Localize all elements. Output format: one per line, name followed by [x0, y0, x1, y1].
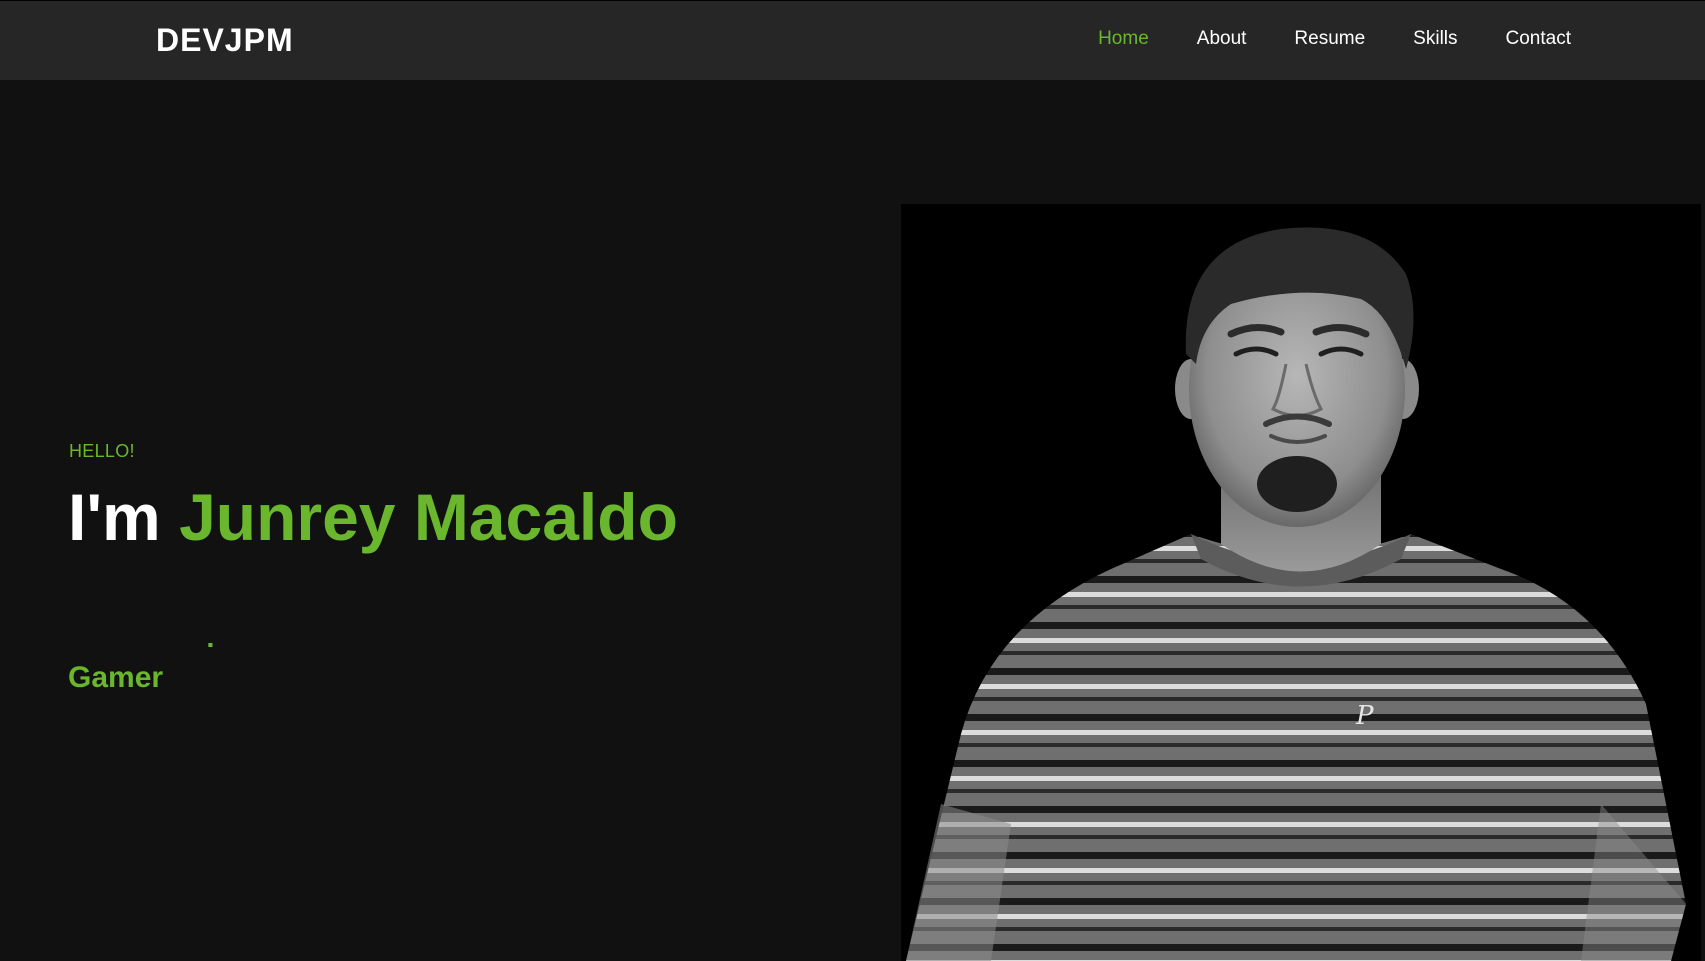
- top-navbar: DEVJPM Home About Resume Skills Contact: [0, 0, 1705, 80]
- role-rotator: Photoshop Gamer: [68, 631, 588, 707]
- nav-item-resume[interactable]: Resume: [1294, 28, 1365, 50]
- role-gamer: Gamer: [68, 661, 164, 694]
- nav-item-about[interactable]: About: [1197, 28, 1247, 50]
- brand-logo[interactable]: DEVJPM: [156, 22, 294, 59]
- person-photo-icon: P: [906, 227, 1686, 961]
- hero-greeting: HELLO!: [69, 441, 135, 461]
- svg-text:P: P: [1355, 701, 1374, 731]
- nav-item-contact[interactable]: Contact: [1506, 28, 1571, 50]
- hero-intro: I'm: [68, 480, 161, 554]
- hero-name: Junrey Macaldo: [179, 480, 678, 554]
- profile-photo: P: [901, 204, 1701, 961]
- main-nav: Home About Resume Skills Contact: [1050, 28, 1571, 50]
- nav-item-home[interactable]: Home: [1098, 28, 1149, 50]
- hero-headline: I'm Junrey Macaldo: [68, 484, 678, 550]
- nav-item-skills[interactable]: Skills: [1413, 28, 1457, 50]
